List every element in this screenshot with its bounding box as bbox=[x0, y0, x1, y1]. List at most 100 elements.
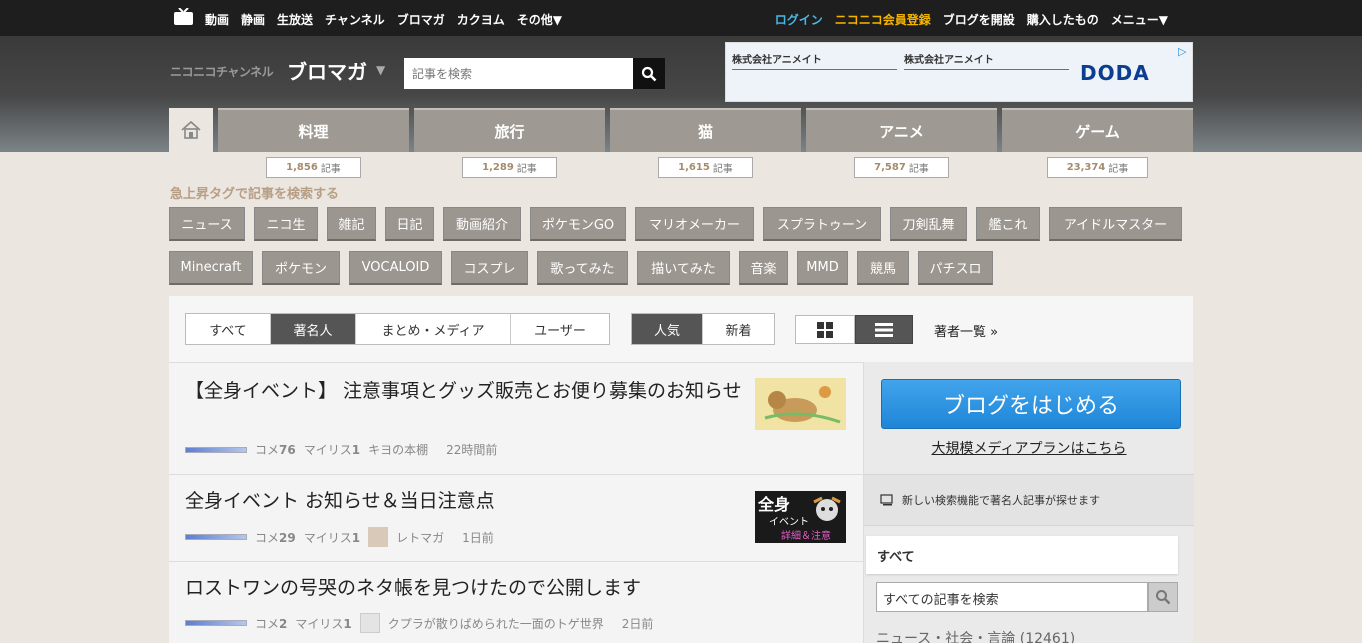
tag-button[interactable]: 日記 bbox=[385, 207, 434, 241]
sort-new[interactable]: 新着 bbox=[703, 314, 774, 344]
tag-button[interactable]: ニコ生 bbox=[254, 207, 318, 241]
open-blog-link[interactable]: ブログを開設 bbox=[943, 11, 1015, 28]
menu-dropdown[interactable]: メニュー▼ bbox=[1111, 11, 1168, 28]
nav-other-dropdown[interactable]: その他▼ bbox=[517, 11, 562, 28]
tag-button[interactable]: 艦これ bbox=[976, 207, 1040, 241]
popularity-bar bbox=[185, 534, 247, 540]
home-icon bbox=[181, 120, 201, 139]
article-list: 【全身イベント】 注意事項とグッズ販売とお便り募集のお知らせ コメ76 マイリス… bbox=[169, 362, 863, 643]
category-tab-travel[interactable]: 旅行 bbox=[414, 108, 605, 152]
article-thumbnail[interactable]: 全身 イベント 詳細＆注意 bbox=[755, 491, 846, 543]
sidebar: ブログをはじめる 大規模メディアプランはこちら 新しい検索機能で著名人記事が探せ… bbox=[863, 362, 1194, 643]
logo-dropdown-icon[interactable]: ▼ bbox=[376, 63, 385, 77]
author-avatar[interactable] bbox=[359, 613, 380, 633]
authors-list-link[interactable]: 著者一覧 » bbox=[934, 321, 998, 340]
tag-button[interactable]: スプラトゥーン bbox=[763, 207, 881, 241]
popularity-bar bbox=[185, 620, 247, 626]
search-button[interactable] bbox=[633, 58, 665, 89]
article-time: 2日前 bbox=[621, 616, 654, 631]
tag-button[interactable]: MMD bbox=[797, 251, 848, 285]
article-item[interactable]: ロストワンの号哭のネタ帳を見つけたので公開します コメ2 マイリス1 クプラが散… bbox=[169, 562, 863, 643]
start-blog-button[interactable]: ブログをはじめる bbox=[881, 379, 1181, 429]
article-meta: コメ76 マイリス1 キヨの本棚 22時間前 bbox=[185, 441, 497, 458]
logo-channel[interactable]: ニコニコチャンネル bbox=[170, 63, 274, 80]
comment-count: コメ76 bbox=[255, 443, 296, 457]
home-tab[interactable] bbox=[169, 108, 213, 152]
sidebar-category-link[interactable]: ニュース・社会・言論 (12461) bbox=[876, 628, 1075, 643]
tag-button[interactable]: パチスロ bbox=[918, 251, 993, 285]
niconico-tv-icon[interactable] bbox=[174, 8, 193, 25]
media-plan-link[interactable]: 大規模メディアプランはこちら bbox=[864, 438, 1194, 458]
tag-button[interactable]: コスプレ bbox=[451, 251, 528, 285]
article-title[interactable]: 【全身イベント】 注意事項とグッズ販売とお便り募集のお知らせ bbox=[185, 378, 745, 404]
notice-text: 新しい検索機能で著名人記事が探せます bbox=[902, 494, 1100, 507]
tag-button[interactable]: Minecraft bbox=[169, 251, 253, 285]
tag-button[interactable]: 刀剣乱舞 bbox=[890, 207, 967, 241]
list-view-button[interactable] bbox=[855, 315, 913, 344]
category-count: 7,587 記事 bbox=[854, 157, 949, 178]
nav-channel[interactable]: チャンネル bbox=[325, 11, 385, 28]
search-feature-notice[interactable]: 新しい検索機能で著名人記事が探せます bbox=[864, 474, 1194, 526]
ad-brand-logo: DODA bbox=[1080, 61, 1150, 85]
tag-button[interactable]: VOCALOID bbox=[349, 251, 442, 285]
filter-user[interactable]: ユーザー bbox=[511, 314, 609, 344]
tag-button[interactable]: ニュース bbox=[169, 207, 245, 241]
tag-button[interactable]: アイドルマスター bbox=[1049, 207, 1182, 241]
tag-button[interactable]: ポケモン bbox=[262, 251, 340, 285]
service-nav: 動画 静画 生放送 チャンネル ブロマガ カクヨム その他▼ bbox=[205, 11, 562, 28]
nav-blomaga[interactable]: ブロマガ bbox=[397, 11, 445, 28]
author-avatar[interactable] bbox=[368, 527, 389, 547]
logo-blomaga[interactable]: ブロマガ bbox=[287, 56, 367, 85]
grid-icon bbox=[817, 321, 833, 338]
filter-all[interactable]: すべて bbox=[186, 314, 271, 344]
category-count: 23,374 記事 bbox=[1047, 157, 1148, 178]
mylist-count: マイリス1 bbox=[295, 616, 352, 631]
tag-button[interactable]: ポケモンGO bbox=[530, 207, 626, 241]
banner-ad[interactable]: 株式会社アニメイト 株式会社アニメイト DODA ▷ bbox=[725, 42, 1193, 102]
sidebar-tab-all[interactable]: すべて bbox=[866, 536, 1178, 574]
article-item[interactable]: 全身イベント お知らせ＆当日注意点 コメ29 マイリス1 レトマガ 1日前 全身… bbox=[169, 475, 863, 562]
article-title[interactable]: ロストワンの号哭のネタ帳を見つけたので公開します bbox=[185, 575, 745, 601]
tag-button[interactable]: 歌ってみた bbox=[537, 251, 628, 285]
type-filter-group: すべて 著名人 まとめ・メディア ユーザー bbox=[185, 313, 610, 345]
nav-kakuyomu[interactable]: カクヨム bbox=[457, 11, 505, 28]
sidebar-search-input[interactable]: すべての記事を検索 bbox=[876, 582, 1148, 612]
nav-live[interactable]: 生放送 bbox=[277, 11, 313, 28]
article-author[interactable]: キヨの本棚 bbox=[368, 441, 428, 458]
filter-famous[interactable]: 著名人 bbox=[271, 314, 356, 344]
category-tab-cooking[interactable]: 料理 bbox=[218, 108, 409, 152]
tag-button[interactable]: 音楽 bbox=[739, 251, 788, 285]
search-icon bbox=[1156, 590, 1171, 605]
tag-button[interactable]: 雑記 bbox=[327, 207, 376, 241]
tag-button[interactable]: 動画紹介 bbox=[443, 207, 521, 241]
category-tab-game[interactable]: ゲーム bbox=[1002, 108, 1193, 152]
article-thumbnail[interactable] bbox=[755, 378, 846, 430]
tag-button[interactable]: マリオメーカー bbox=[635, 207, 754, 241]
popularity-bar bbox=[185, 446, 247, 453]
category-tab-cat[interactable]: 猫 bbox=[610, 108, 801, 152]
sort-popular[interactable]: 人気 bbox=[632, 314, 703, 344]
article-search-input[interactable] bbox=[404, 58, 633, 89]
article-author[interactable]: クプラが散りばめられた一面のトゲ世界 bbox=[388, 615, 604, 632]
adchoices-icon[interactable]: ▷ bbox=[1178, 45, 1190, 58]
category-tab-anime[interactable]: アニメ bbox=[806, 108, 997, 152]
search-icon bbox=[641, 66, 657, 81]
nav-seiga[interactable]: 静画 bbox=[241, 11, 265, 28]
register-link[interactable]: ニコニコ会員登録 bbox=[835, 11, 931, 28]
article-author[interactable]: レトマガ bbox=[396, 529, 444, 546]
sidebar-search-button[interactable] bbox=[1148, 582, 1178, 612]
purchased-link[interactable]: 購入したもの bbox=[1027, 11, 1099, 28]
tag-button[interactable]: 競馬 bbox=[857, 251, 909, 285]
tag-button[interactable]: 描いてみた bbox=[637, 251, 730, 285]
list-icon bbox=[875, 322, 893, 337]
article-title[interactable]: 全身イベント お知らせ＆当日注意点 bbox=[185, 488, 745, 514]
account-nav: ログイン ニコニコ会員登録 ブログを開設 購入したもの メニュー▼ bbox=[775, 11, 1168, 28]
article-item[interactable]: 【全身イベント】 注意事項とグッズ販売とお便り募集のお知らせ コメ76 マイリス… bbox=[169, 363, 863, 475]
article-meta: コメ2 マイリス1 クプラが散りばめられた一面のトゲ世界 2日前 bbox=[185, 613, 653, 633]
sort-filter-group: 人気 新着 bbox=[631, 313, 775, 345]
login-link[interactable]: ログイン bbox=[775, 11, 823, 28]
filter-media[interactable]: まとめ・メディア bbox=[356, 314, 511, 344]
nav-douga[interactable]: 動画 bbox=[205, 11, 229, 28]
category-count: 1,856 記事 bbox=[266, 157, 361, 178]
grid-view-button[interactable] bbox=[795, 315, 855, 344]
